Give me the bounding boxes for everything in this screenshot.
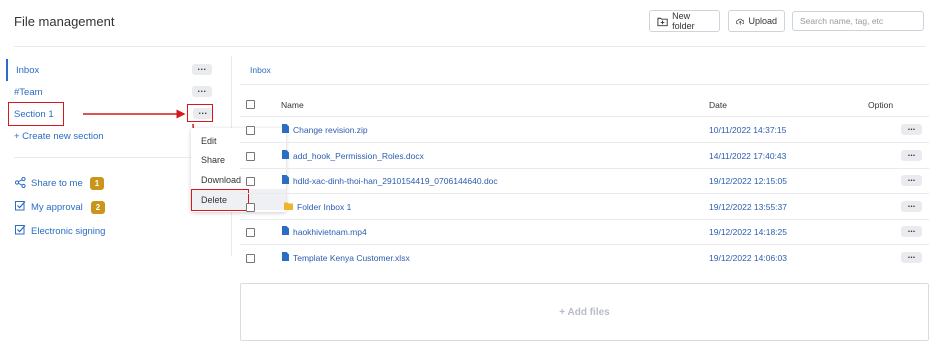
row-checkbox[interactable] [246,126,255,135]
row-checkbox[interactable] [246,228,255,237]
file-name-link[interactable]: add_hook_Permission_Roles.docx [293,151,424,161]
menu-item-edit[interactable]: Edit [201,136,217,146]
select-all-checkbox[interactable] [246,100,255,109]
file-icon [282,226,289,235]
folder-icon [284,202,293,210]
menu-item-share[interactable]: Share [201,155,225,165]
file-date: 19/12/2022 14:18:25 [709,227,787,237]
row-checkbox[interactable] [246,203,255,212]
add-files-label: + Add files [559,306,610,318]
row-checkbox[interactable] [246,254,255,263]
file-icon [282,124,289,133]
breadcrumb[interactable]: Inbox [250,65,271,75]
row-options-button[interactable]: ... [901,174,922,186]
breadcrumb-divider [240,84,929,85]
row-options-button[interactable]: ... [901,200,922,212]
row-checkbox[interactable] [246,152,255,161]
column-header-name[interactable]: Name [281,100,304,110]
file-icon [282,252,289,261]
row-divider [240,193,929,194]
row-checkbox[interactable] [246,177,255,186]
folder-name-link[interactable]: Folder Inbox 1 [297,202,351,212]
file-date: 14/11/2022 17:40:43 [709,151,787,161]
file-name-link[interactable]: Change revision.zip [293,125,368,135]
row-options-button[interactable]: ... [901,251,922,263]
header-row-divider [240,116,929,117]
row-divider [240,142,929,143]
file-date: 19/12/2022 12:15:05 [709,176,787,186]
add-files-dropzone[interactable]: + Add files [240,283,929,341]
row-options-button[interactable]: ... [901,225,922,237]
column-header-date[interactable]: Date [709,100,727,110]
row-divider [240,168,929,169]
row-options-button[interactable]: ... [901,149,922,161]
column-header-option: Option [868,100,894,110]
file-name-link[interactable]: hdld-xac-dinh-thoi-han_2910154419_070614… [293,176,498,186]
file-icon [282,175,289,184]
file-date: 19/12/2022 14:06:03 [709,253,787,263]
row-divider [240,244,929,245]
file-name-link[interactable]: Template Kenya Customer.xlsx [293,253,410,263]
file-name-link[interactable]: haokhivietnam.mp4 [293,227,367,237]
file-date: 10/11/2022 14:37:15 [709,125,787,135]
file-date: 19/12/2022 13:55:37 [709,202,787,212]
row-options-button[interactable]: ... [901,123,922,135]
row-divider [240,219,929,220]
file-icon [282,150,289,159]
menu-item-download[interactable]: Download [201,175,241,185]
